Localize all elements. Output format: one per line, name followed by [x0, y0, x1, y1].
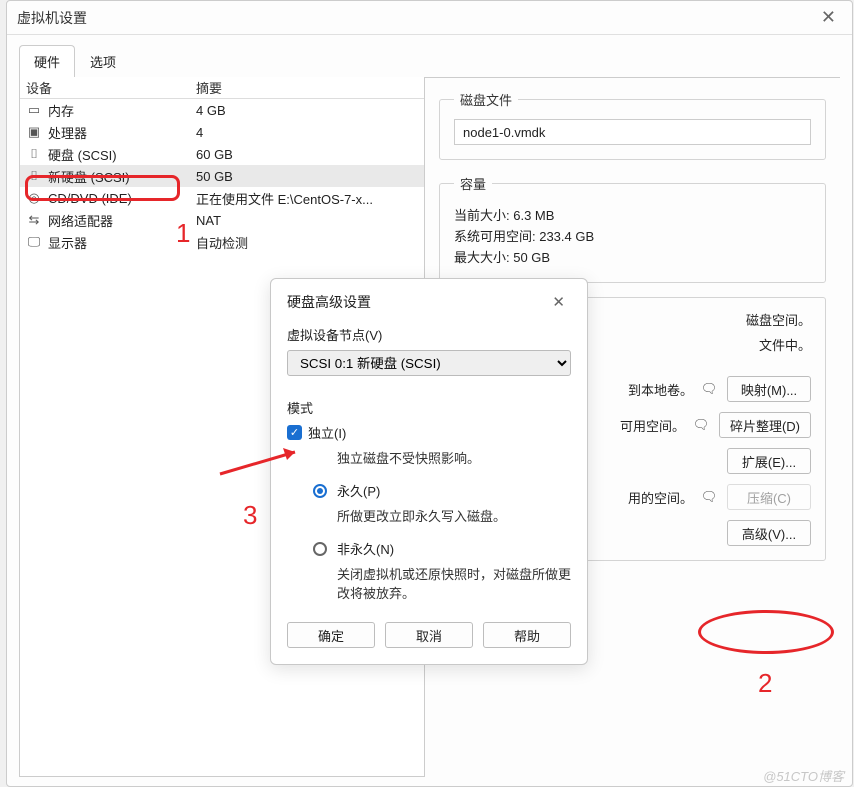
window-title: 虚拟机设置: [17, 8, 815, 28]
device-row-net[interactable]: ⇆ 网络适配器 NAT: [20, 209, 424, 231]
modal-button-row: 确定 取消 帮助: [287, 622, 571, 648]
modal-titlebar: 硬盘高级设置 ✕: [287, 291, 571, 313]
speech-icon: 🗨: [699, 489, 719, 505]
vnode-select[interactable]: SCSI 0:1 新硬盘 (SCSI): [287, 350, 571, 376]
capacity-current: 当前大小: 6.3 MB: [454, 205, 811, 224]
disk-file-group: 磁盘文件 node1-0.vmdk: [439, 90, 826, 160]
ok-button[interactable]: 确定: [287, 622, 375, 648]
nonpersistent-radio-row[interactable]: 非永久(N): [313, 539, 571, 558]
radio-on-icon: [313, 484, 327, 498]
capacity-max: 最大大小: 50 GB: [454, 247, 811, 266]
cd-icon: ◎: [26, 190, 42, 206]
disk-icon: ⌷: [26, 146, 42, 162]
net-icon: ⇆: [26, 212, 42, 228]
device-summary: 4: [196, 125, 424, 140]
device-row-display[interactable]: 🖵 显示器 自动检测: [20, 231, 424, 253]
display-icon: 🖵: [26, 234, 42, 250]
close-icon[interactable]: ✕: [815, 5, 842, 30]
tab-strip: 硬件 选项: [7, 35, 852, 77]
device-row-cddvd[interactable]: ◎ CD/DVD (IDE) 正在使用文件 E:\CentOS-7-x...: [20, 187, 424, 209]
device-row-cpu[interactable]: ▣ 处理器 4: [20, 121, 424, 143]
close-icon[interactable]: ✕: [546, 291, 571, 313]
persistent-label: 永久(P): [337, 481, 380, 500]
advanced-button[interactable]: 高级(V)...: [727, 520, 811, 546]
device-row-memory[interactable]: ▭ 内存 4 GB: [20, 99, 424, 121]
nonpersistent-hint: 关闭虚拟机或还原快照时，对磁盘所做更改将被放弃。: [337, 564, 571, 602]
checkbox-checked-icon: ✓: [287, 425, 302, 440]
tab-hardware[interactable]: 硬件: [19, 45, 75, 77]
col-header-summary: 摘要: [196, 78, 424, 97]
nonpersistent-label: 非永久(N): [337, 539, 394, 558]
device-name: 显示器: [48, 233, 87, 252]
device-row-new-disk[interactable]: ⌷ 新硬盘 (SCSI) 50 GB: [20, 165, 424, 187]
capacity-free: 系统可用空间: 233.4 GB: [454, 226, 811, 245]
independent-label: 独立(I): [308, 423, 346, 442]
memory-icon: ▭: [26, 102, 42, 118]
vnode-label: 虚拟设备节点(V): [287, 325, 571, 344]
device-summary: 正在使用文件 E:\CentOS-7-x...: [196, 189, 424, 208]
watermark: @51CTO博客: [763, 766, 844, 785]
independent-checkbox-row[interactable]: ✓ 独立(I): [287, 423, 571, 442]
persistent-hint: 所做更改立即永久写入磁盘。: [337, 506, 571, 525]
device-name: 硬盘 (SCSI): [48, 145, 117, 164]
cancel-button[interactable]: 取消: [385, 622, 473, 648]
disk-advanced-dialog: 硬盘高级设置 ✕ 虚拟设备节点(V) SCSI 0:1 新硬盘 (SCSI) 模…: [270, 278, 588, 665]
disk-file-field[interactable]: node1-0.vmdk: [454, 119, 811, 145]
help-button[interactable]: 帮助: [483, 622, 571, 648]
titlebar: 虚拟机设置 ✕: [7, 1, 852, 35]
device-name: 网络适配器: [48, 211, 113, 230]
map-button[interactable]: 映射(M)...: [727, 376, 811, 402]
col-header-device: 设备: [26, 78, 196, 97]
capacity-group: 容量 当前大小: 6.3 MB 系统可用空间: 233.4 GB 最大大小: 5…: [439, 174, 826, 283]
radio-off-icon: [313, 542, 327, 556]
device-summary: 50 GB: [196, 169, 424, 184]
mode-label: 模式: [287, 398, 571, 417]
device-name: 内存: [48, 101, 74, 120]
compact-button[interactable]: 压缩(C): [727, 484, 811, 510]
device-summary: 4 GB: [196, 103, 424, 118]
device-list-header: 设备 摘要: [20, 77, 424, 99]
speech-icon: 🗨: [699, 381, 719, 397]
capacity-legend: 容量: [454, 174, 492, 193]
device-summary: 60 GB: [196, 147, 424, 162]
disk-file-legend: 磁盘文件: [454, 90, 518, 109]
defrag-button[interactable]: 碎片整理(D): [719, 412, 811, 438]
cpu-icon: ▣: [26, 124, 42, 140]
disk-icon: ⌷: [26, 168, 42, 184]
expand-button[interactable]: 扩展(E)...: [727, 448, 811, 474]
independent-hint: 独立磁盘不受快照影响。: [337, 448, 571, 467]
device-name: 新硬盘 (SCSI): [48, 167, 130, 186]
persistent-radio-row[interactable]: 永久(P): [313, 481, 571, 500]
modal-title: 硬盘高级设置: [287, 292, 546, 312]
device-name: 处理器: [48, 123, 87, 142]
device-summary: NAT: [196, 213, 424, 228]
device-row-disk0[interactable]: ⌷ 硬盘 (SCSI) 60 GB: [20, 143, 424, 165]
device-name: CD/DVD (IDE): [48, 191, 132, 206]
device-summary: 自动检测: [196, 233, 424, 252]
speech-icon: 🗨: [691, 417, 711, 433]
tab-options[interactable]: 选项: [75, 45, 131, 77]
